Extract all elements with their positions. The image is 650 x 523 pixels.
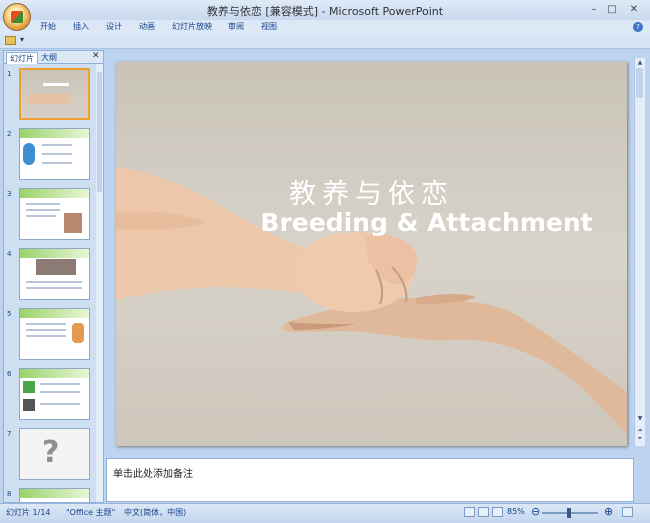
pane-tabs: 幻灯片 大纲 ✕ [4, 51, 103, 64]
slideshow-view-icon[interactable] [492, 507, 503, 517]
theme-name: "Office 主题" [66, 508, 116, 517]
zoom-in-icon[interactable]: ⊕ [604, 505, 613, 518]
help-icon[interactable]: ? [633, 22, 643, 32]
slide-number: 8 [7, 490, 12, 498]
office-logo-icon [11, 11, 23, 23]
slide-sorter-icon[interactable] [478, 507, 489, 517]
tab-home[interactable]: 开始 [40, 20, 56, 34]
maximize-button[interactable]: □ [604, 3, 620, 16]
scroll-up-icon[interactable]: ▲ [635, 59, 645, 66]
slide-scrollbar[interactable]: ▲ ▼ ⏶ ⏷ [634, 58, 645, 446]
zoom-level[interactable]: 85% [507, 507, 525, 516]
slide-number: 5 [7, 310, 12, 318]
slide-thumbnail-6[interactable] [19, 368, 90, 420]
zoom-slider-thumb[interactable] [567, 508, 571, 518]
hands-photo [116, 167, 627, 434]
slide-thumbnail-3[interactable] [19, 188, 90, 240]
slide-thumbnail-4[interactable] [19, 248, 90, 300]
status-bar: 幻灯片 1/14 "Office 主题" 中文(简体，中国) 85% ⊖ ⊕ [0, 503, 650, 523]
question-mark-icon: ? [42, 435, 60, 470]
prev-slide-icon[interactable]: ⏶ [635, 427, 645, 435]
tab-slides[interactable]: 幻灯片 [6, 52, 38, 64]
slide-number: 4 [7, 250, 12, 258]
tab-outline[interactable]: 大纲 [38, 52, 60, 63]
slide-number: 2 [7, 130, 12, 138]
scroll-down-icon[interactable]: ▼ [635, 415, 645, 422]
tab-review[interactable]: 审阅 [228, 20, 244, 34]
thumbnails-scrollbar[interactable] [96, 64, 103, 502]
hand-image [26, 94, 71, 104]
folder-icon[interactable] [5, 36, 16, 45]
slide-number: 6 [7, 370, 12, 378]
slide-counter: 幻灯片 1/14 [6, 508, 51, 517]
slide-thumbnail-8[interactable] [19, 488, 90, 502]
quick-access-toolbar: ▾ [0, 34, 650, 49]
tab-view[interactable]: 视图 [261, 20, 277, 34]
notes-placeholder: 单击此处添加备注 [113, 469, 193, 480]
window-title: 教养与依恋 [兼容模式] - Microsoft PowerPoint [206, 5, 444, 18]
next-slide-icon[interactable]: ⏷ [635, 435, 645, 443]
scroll-thumb[interactable] [636, 68, 643, 98]
ribbon-tabs: 开始 插入 设计 动画 幻灯片放映 审阅 视图 ? [0, 20, 650, 34]
normal-view-icon[interactable] [464, 507, 475, 517]
tab-insert[interactable]: 插入 [73, 20, 89, 34]
slide-thumbnail-7[interactable]: ? [19, 428, 90, 480]
slide-thumbnail-5[interactable] [19, 308, 90, 360]
qat-dropdown-icon[interactable]: ▾ [20, 35, 24, 44]
office-button[interactable] [3, 3, 31, 31]
tab-design[interactable]: 设计 [106, 20, 122, 34]
language-status: 中文(简体，中国) [124, 508, 187, 517]
tab-animation[interactable]: 动画 [139, 20, 155, 34]
slide-number: 7 [7, 430, 12, 438]
slide-canvas[interactable]: 教养与依恋 Breeding & Attachment [116, 62, 627, 446]
title-line [43, 83, 69, 86]
close-button[interactable]: ✕ [626, 3, 642, 16]
zoom-out-icon[interactable]: ⊖ [531, 505, 540, 518]
slide-number: 1 [7, 70, 12, 78]
slide-title-chinese[interactable]: 教养与依恋 [116, 172, 627, 211]
minimize-button[interactable]: – [586, 3, 602, 16]
slide-thumbnail-2[interactable] [19, 128, 90, 180]
notes-pane[interactable]: 单击此处添加备注 [106, 458, 634, 502]
slide-number: 3 [7, 190, 12, 198]
slide-thumbnails: 1 2 3 4 5 6 7 ? 8 [4, 64, 96, 502]
slide-title-english[interactable]: Breeding & Attachment [171, 208, 627, 237]
slides-pane: 幻灯片 大纲 ✕ 1 2 3 4 5 6 7 ? 8 [3, 50, 104, 503]
pane-close-icon[interactable]: ✕ [92, 51, 100, 61]
tab-slideshow[interactable]: 幻灯片放映 [172, 20, 212, 34]
fit-to-window-icon[interactable] [622, 507, 633, 517]
slide-thumbnail-1[interactable] [19, 68, 90, 120]
